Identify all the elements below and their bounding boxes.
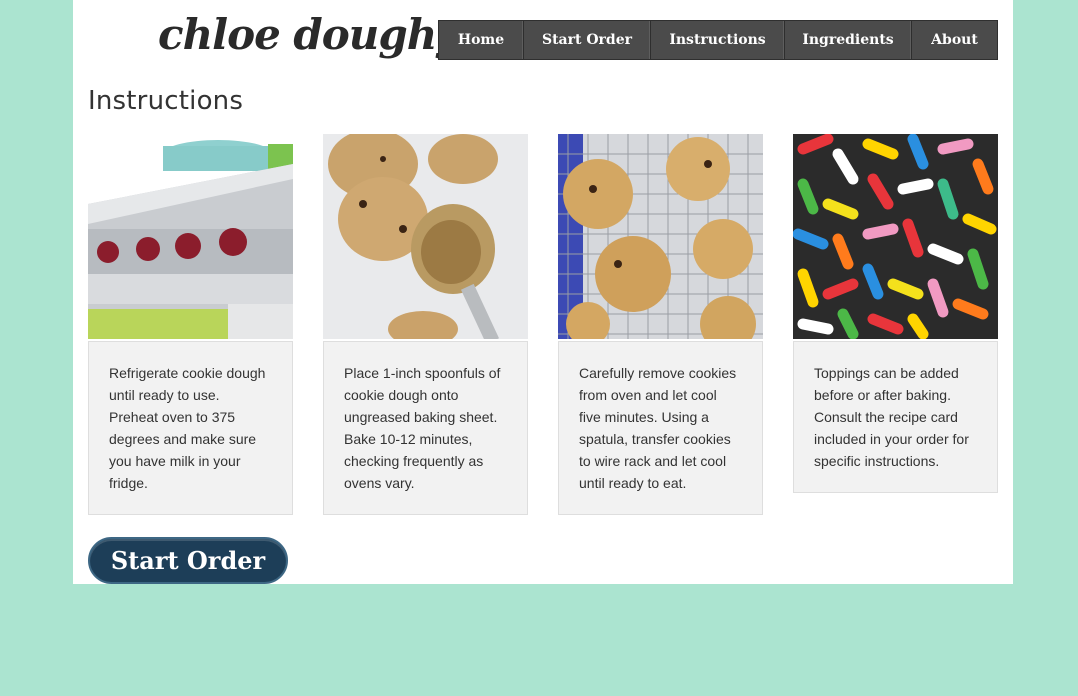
step-text: Place 1-inch spoonfuls of cookie dough o… xyxy=(323,341,528,515)
step-text: Toppings can be added before or after ba… xyxy=(793,341,998,493)
start-order-button[interactable]: Start Order xyxy=(88,537,288,584)
nav-item-start-order[interactable]: Start Order xyxy=(524,21,651,59)
oven-photo xyxy=(88,134,293,339)
step-card-3: Carefully remove cookies from oven and l… xyxy=(558,134,763,515)
page-title: Instructions xyxy=(88,86,244,116)
step-text: Refrigerate cookie dough until ready to … xyxy=(88,341,293,515)
cookies-on-rack-photo xyxy=(558,134,763,339)
main-nav: Home Start Order Instructions Ingredient… xyxy=(438,20,998,60)
sprinkles-photo xyxy=(793,134,998,339)
nav-item-ingredients[interactable]: Ingredients xyxy=(785,21,912,59)
nav-item-home[interactable]: Home xyxy=(439,21,524,59)
nav-item-instructions[interactable]: Instructions xyxy=(651,21,785,59)
step-card-2: Place 1-inch spoonfuls of cookie dough o… xyxy=(323,134,528,515)
cookie-dough-scoop-photo xyxy=(323,134,528,339)
step-card-1: Refrigerate cookie dough until ready to … xyxy=(88,134,293,515)
step-card-4: Toppings can be added before or after ba… xyxy=(793,134,998,493)
site-logo[interactable]: chloe doughy xyxy=(158,4,461,66)
page-container: chloe doughy Home Start Order Instructio… xyxy=(73,0,1013,584)
nav-item-about[interactable]: About xyxy=(912,21,997,59)
step-text: Carefully remove cookies from oven and l… xyxy=(558,341,763,515)
